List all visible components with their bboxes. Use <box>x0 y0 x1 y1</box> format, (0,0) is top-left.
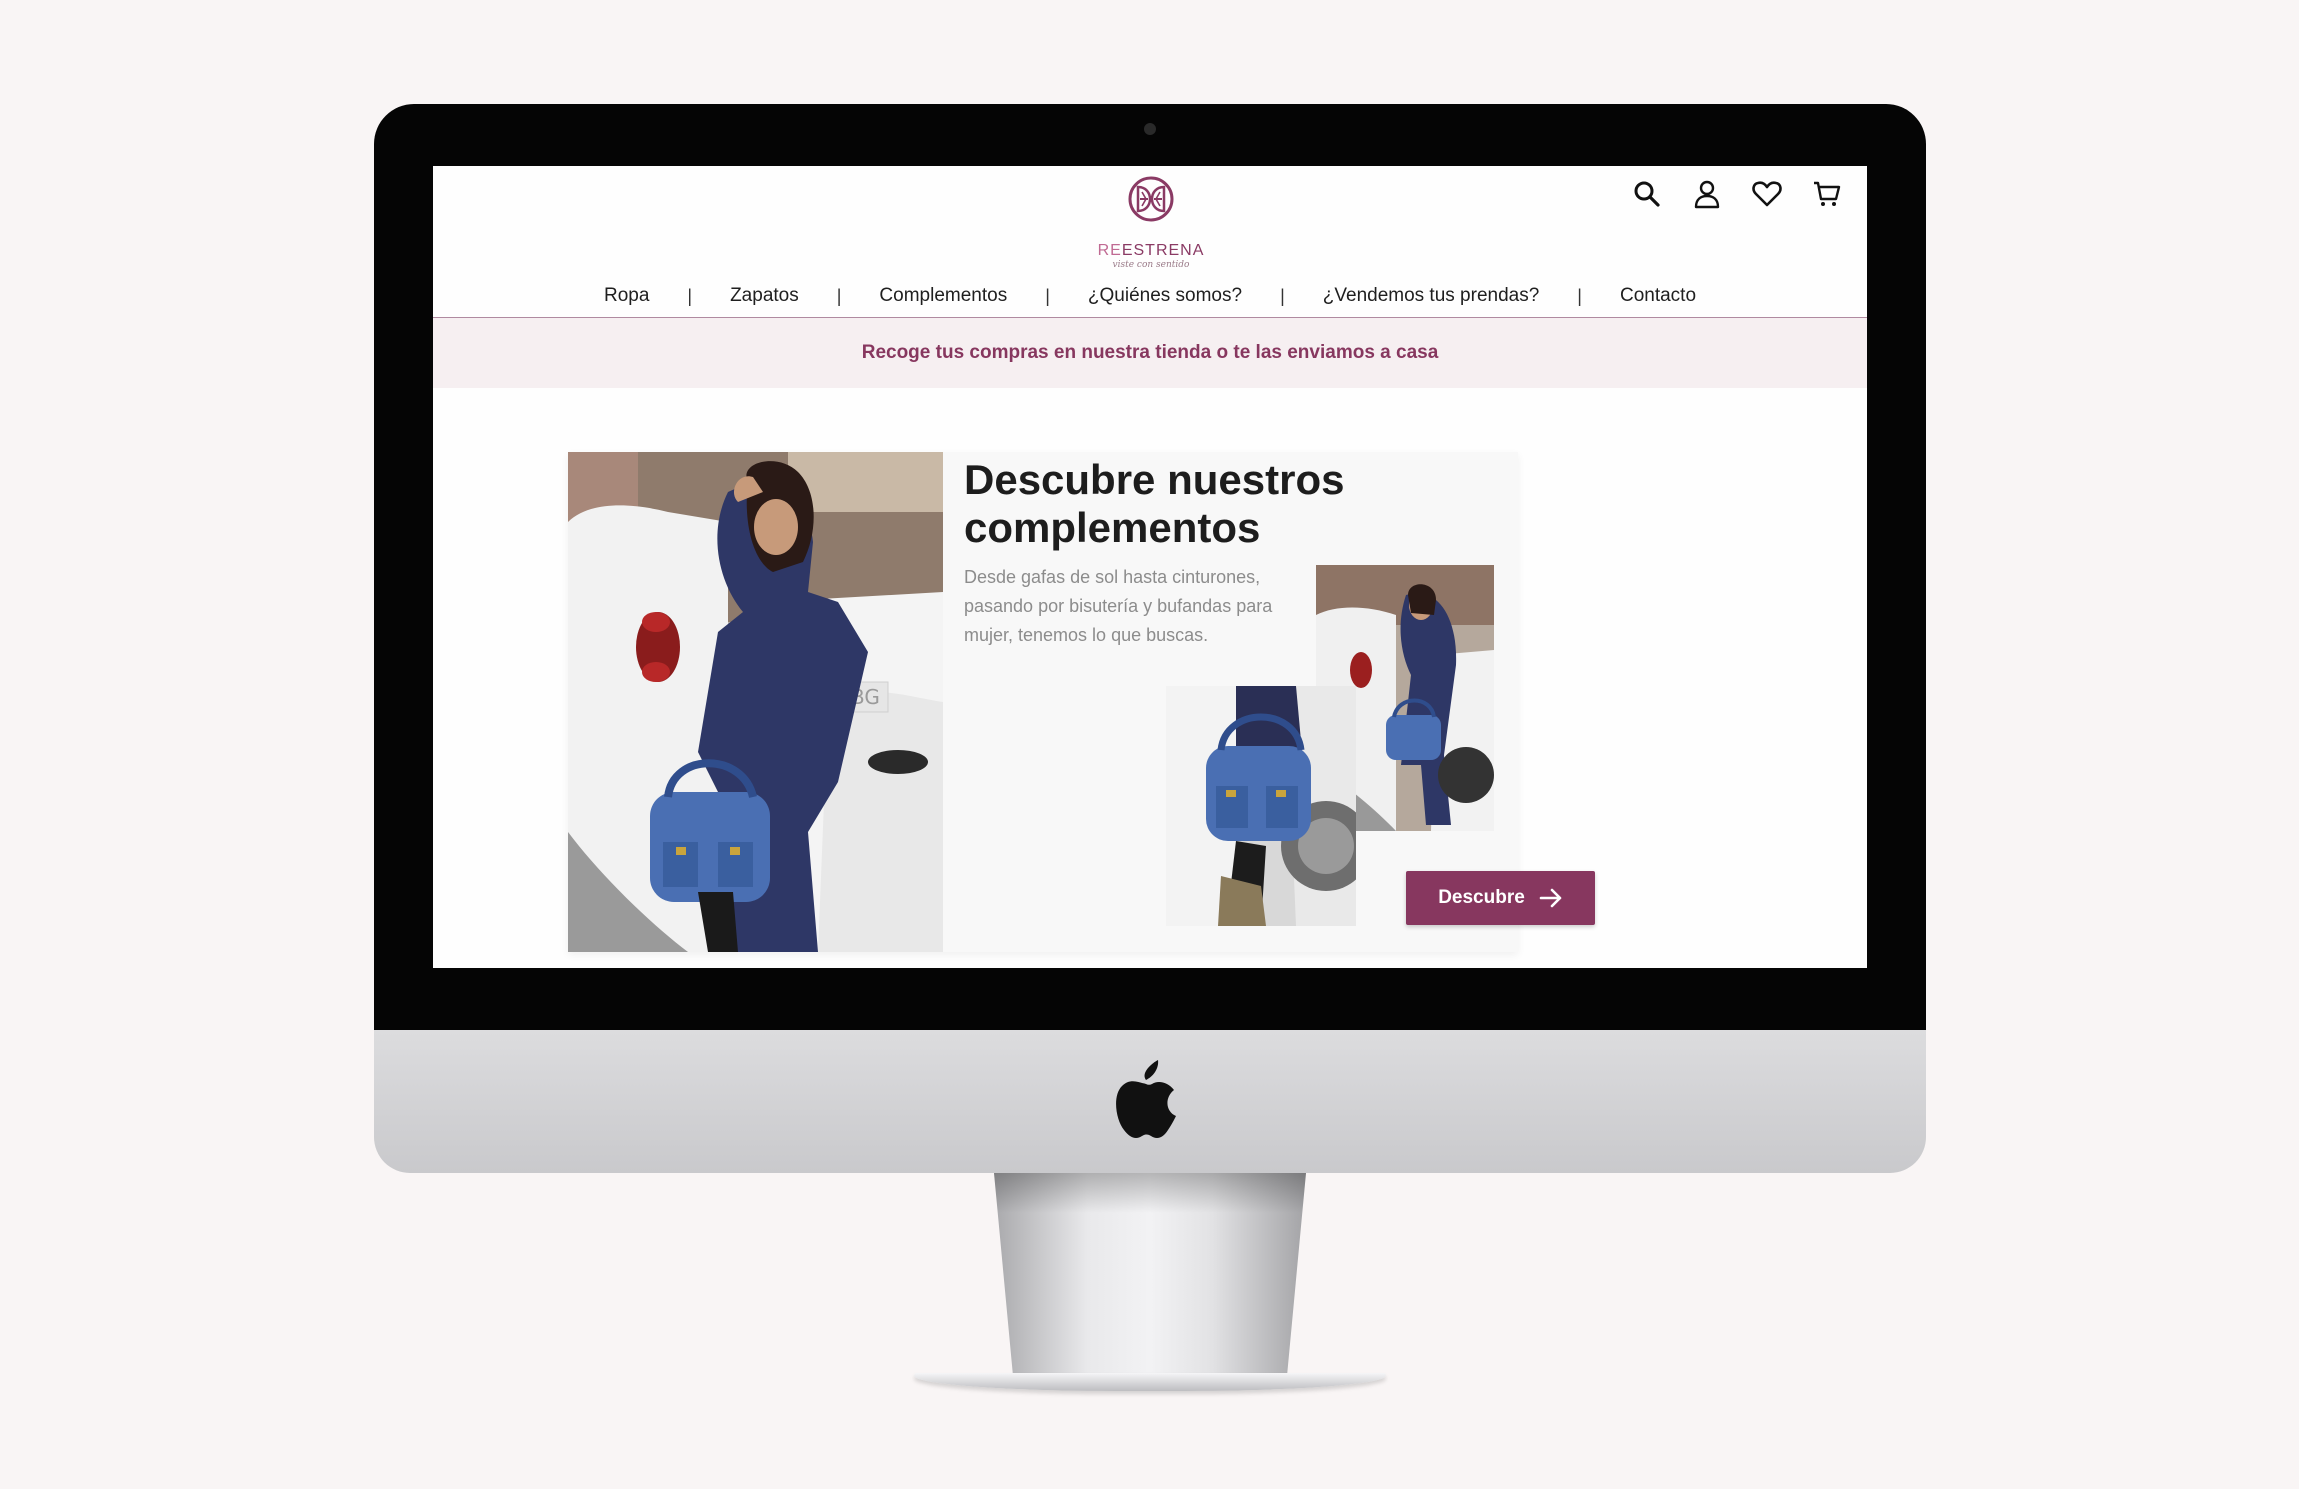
logo-tagline: viste con sentido <box>1112 260 1190 270</box>
nav-separator: | <box>836 285 842 306</box>
website-screen: REESTRENA viste con sentido Ropa | Zapat… <box>433 166 1867 968</box>
arrow-right-icon <box>1539 888 1562 908</box>
hero-title: Descubre nuestros complementos <box>964 456 1345 551</box>
nav-item-complementos[interactable]: Complementos <box>860 285 1026 307</box>
info-banner: Recoge tus compras en nuestra tienda o t… <box>433 318 1867 388</box>
nav-separator: | <box>1280 285 1285 306</box>
monitor-stand-base <box>914 1373 1386 1391</box>
site-header: REESTRENA viste con sentido Ropa | Zapat… <box>433 166 1867 318</box>
banner-text: Recoge tus compras en nuestra tienda o t… <box>861 342 1439 363</box>
user-icon[interactable] <box>1689 176 1725 212</box>
heart-icon[interactable] <box>1749 176 1785 212</box>
apple-logo-icon <box>1116 1060 1176 1138</box>
nav-item-contacto[interactable]: Contacto <box>1601 285 1715 307</box>
webcam <box>1144 123 1156 135</box>
logo-emblem-icon <box>1128 176 1174 222</box>
nav-separator: | <box>687 285 693 306</box>
cart-icon[interactable] <box>1809 176 1845 212</box>
header-actions <box>1629 176 1845 216</box>
hero-description: Desde gafas de sol hasta cinturones, pas… <box>964 567 1273 645</box>
discover-button[interactable]: Descubre <box>1406 871 1595 925</box>
nav-item-vendemos-prendas[interactable]: ¿Vendemos tus prendas? <box>1304 285 1559 307</box>
nav-item-zapatos[interactable]: Zapatos <box>711 285 818 307</box>
nav-separator: | <box>1045 285 1050 306</box>
nav-separator: | <box>1577 285 1582 306</box>
hero-photo-main: HBG <box>568 452 943 952</box>
nav-item-quienes-somos[interactable]: ¿Quiénes somos? <box>1069 285 1261 307</box>
nav-item-ropa[interactable]: Ropa <box>585 285 668 307</box>
stand-shadow <box>994 1173 1306 1213</box>
brand-logo[interactable]: REESTRENA viste con sentido <box>1093 176 1209 272</box>
logo-wordmark: REESTRENA <box>1097 242 1205 259</box>
main-navigation: Ropa | Zapatos | Complementos | ¿Quiénes… <box>433 276 1867 316</box>
discover-button-label: Descubre <box>1438 887 1525 908</box>
hero-photo-detail <box>1166 686 1356 926</box>
search-icon[interactable] <box>1629 176 1665 212</box>
